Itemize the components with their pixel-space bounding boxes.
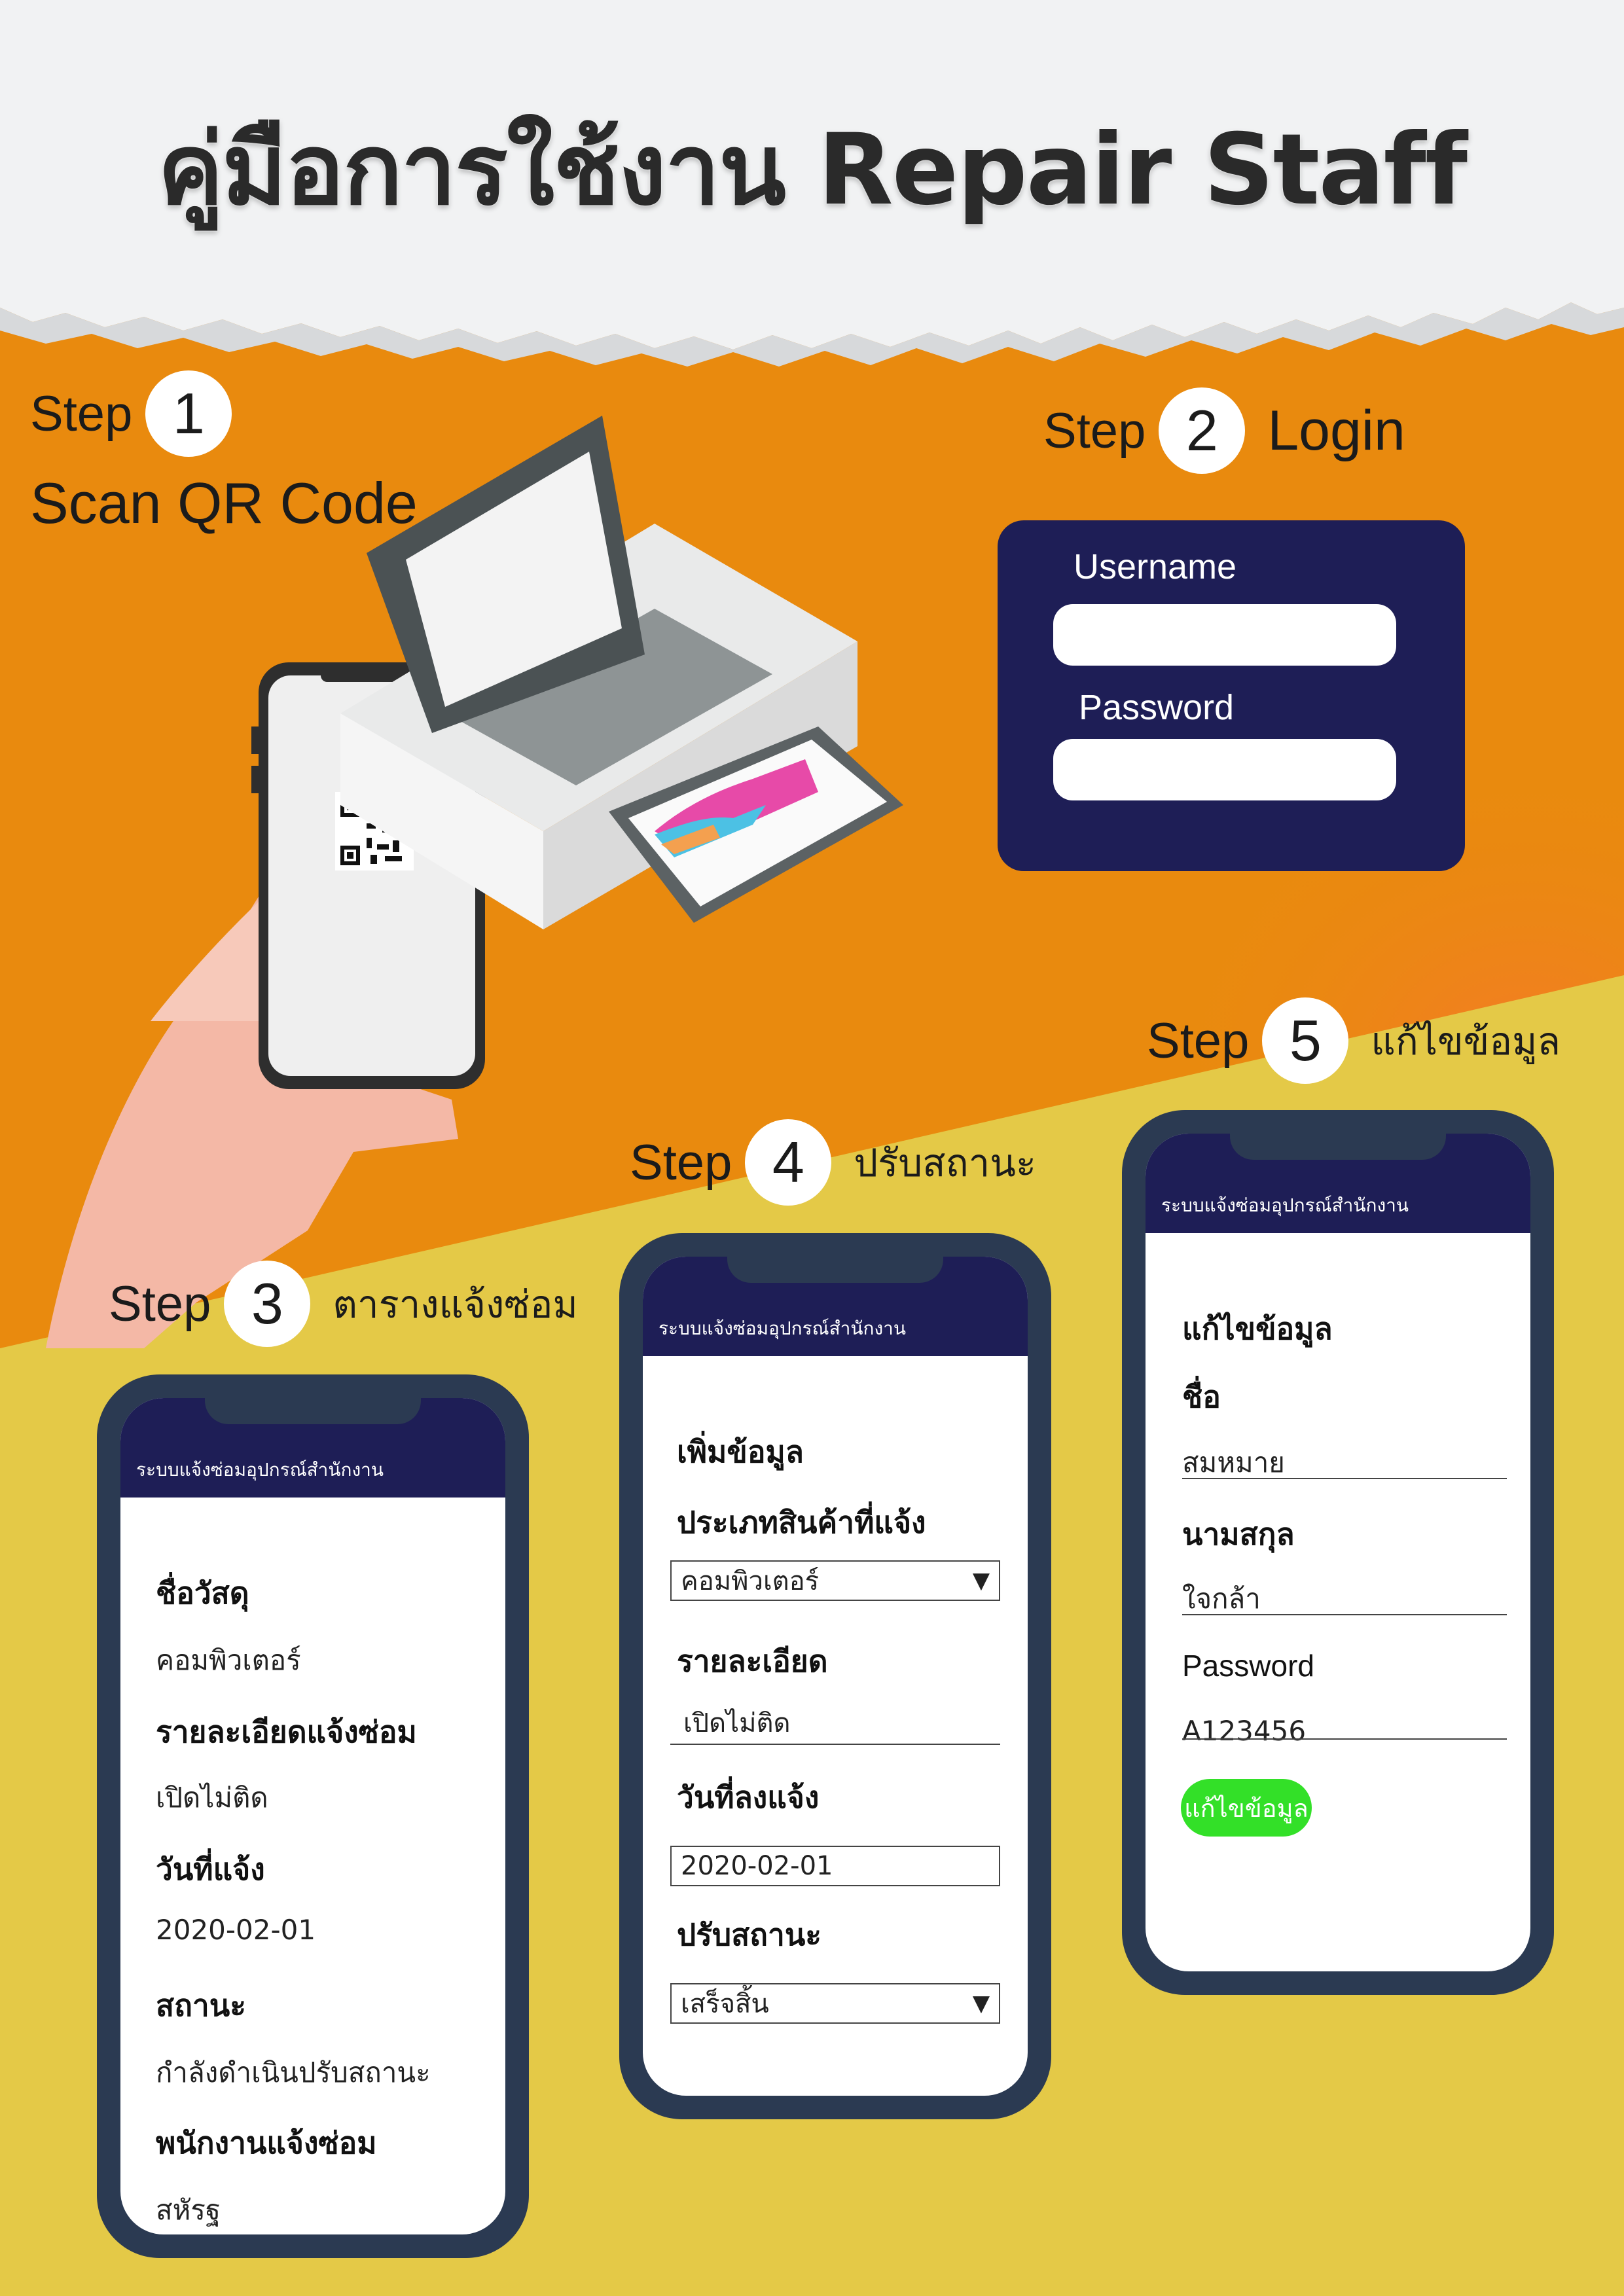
login-card: Username Password xyxy=(998,520,1465,871)
surname-underline xyxy=(1182,1614,1507,1615)
step-4: Step 4 ปรับสถานะ xyxy=(630,1119,1036,1206)
phone-step-5: ระบบแจ้งซ่อมอุปกรณ์สำนักงาน แก้ไขข้อมูล … xyxy=(1122,1110,1554,1995)
status-select-value: เสร็จสิ้น xyxy=(681,1989,769,2019)
repair-detail-label: รายละเอียดแจ้งซ่อม xyxy=(156,1714,417,1749)
step-label: Step xyxy=(30,386,133,442)
step-caption: แก้ไขข้อมูล xyxy=(1371,1020,1561,1063)
detail-label: รายละเอียด xyxy=(677,1643,828,1679)
phone-step-4: ระบบแจ้งซ่อมอุปกรณ์สำนักงาน เพิ่มข้อมูล … xyxy=(619,1233,1051,2119)
step-label: Step xyxy=(630,1134,732,1191)
product-type-select[interactable]: คอมพิวเตอร์ ▼ xyxy=(670,1560,1000,1601)
app-header-title: ระบบแจ้งซ่อมอุปกรณ์สำนักงาน xyxy=(1161,1194,1409,1216)
password-label: Password xyxy=(1079,688,1235,727)
status-label: สถานะ xyxy=(156,1988,246,2023)
step-number: 2 xyxy=(1159,387,1246,474)
page-title: คู่มือการใช้งาน Repair Staff xyxy=(157,113,1468,227)
product-type-label: ประเภทสินค้าที่แจ้ง xyxy=(677,1505,926,1540)
first-name-underline xyxy=(1182,1478,1507,1479)
product-type-value: คอมพิวเตอร์ xyxy=(681,1566,820,1596)
reporter-value: สหัรฐ xyxy=(156,2194,221,2226)
date-label: วันที่ลงแจ้ง xyxy=(677,1780,820,1815)
repair-detail-value: เปิดไม่ติด xyxy=(156,1782,268,1814)
reporter-label: พนักงานแจ้งซ่อม xyxy=(156,2125,377,2161)
step-label: Step xyxy=(1147,1013,1250,1069)
first-name-label: ชื่อ xyxy=(1182,1379,1221,1414)
step-number: 5 xyxy=(1262,997,1349,1084)
detail-value[interactable]: เปิดไม่ติด xyxy=(683,1702,790,1744)
dropdown-arrow-icon: ▼ xyxy=(972,1568,990,1594)
material-name-label: ชื่อวัสดุ xyxy=(156,1575,249,1611)
phone-screen: ระบบแจ้งซ่อมอุปกรณ์สำนักงาน เพิ่มข้อมูล … xyxy=(643,1257,1028,2096)
status-value: กำลังดำเนินปรับสถานะ xyxy=(156,2056,431,2089)
surname-label: นามสกุล xyxy=(1182,1516,1295,1552)
add-data-heading: เพิ่มข้อมูล xyxy=(677,1434,804,1469)
status-select[interactable]: เสร็จสิ้น ▼ xyxy=(670,1983,1000,2024)
app-header-title: ระบบแจ้งซ่อมอุปกรณ์สำนักงาน xyxy=(659,1318,907,1339)
step-caption: ตารางแจ้งซ่อม xyxy=(333,1283,578,1326)
username-label: Username xyxy=(1074,547,1237,586)
detail-underline xyxy=(670,1744,1000,1745)
step-label: Step xyxy=(1043,403,1146,459)
step-number: 3 xyxy=(224,1261,311,1347)
step-number: 4 xyxy=(745,1119,832,1206)
step-label: Step xyxy=(109,1276,211,1332)
step-1-caption: Scan QR Code xyxy=(30,471,418,535)
password-underline xyxy=(1182,1738,1507,1740)
report-date-label: วันที่แจ้ง xyxy=(156,1852,265,1887)
phone-notch xyxy=(1230,1134,1446,1160)
phone-screen: ระบบแจ้งซ่อมอุปกรณ์สำนักงาน แก้ไขข้อมูล … xyxy=(1146,1134,1530,1971)
password-field[interactable] xyxy=(1053,739,1396,800)
app-header-title: ระบบแจ้งซ่อมอุปกรณ์สำนักงาน xyxy=(136,1459,384,1480)
report-date-value: 2020-02-01 xyxy=(156,1914,316,1946)
material-name-value: คอมพิวเตอร์ xyxy=(156,1644,301,1676)
edit-data-heading: แก้ไขข้อมูล xyxy=(1182,1311,1333,1346)
phone-notch xyxy=(205,1398,421,1424)
step-caption: ปรับสถานะ xyxy=(854,1141,1037,1185)
phone-notch xyxy=(727,1257,943,1283)
step-5: Step 5 แก้ไขข้อมูล xyxy=(1147,997,1561,1084)
dropdown-arrow-icon: ▼ xyxy=(972,1990,990,2017)
step-number: 1 xyxy=(145,370,232,457)
adjust-status-label: ปรับสถานะ xyxy=(677,1917,822,1952)
step-3: Step 3 ตารางแจ้งซ่อม xyxy=(109,1261,578,1347)
step-caption: Login xyxy=(1267,399,1405,462)
username-field[interactable] xyxy=(1053,604,1396,666)
date-input[interactable]: 2020-02-01 xyxy=(670,1846,1000,1886)
step-1: Step 1 xyxy=(30,370,254,457)
phone-screen: ระบบแจ้งซ่อมอุปกรณ์สำนักงาน ชื่อวัสดุ คอ… xyxy=(120,1398,505,2234)
phone-step-3: ระบบแจ้งซ่อมอุปกรณ์สำนักงาน ชื่อวัสดุ คอ… xyxy=(97,1374,529,2258)
step-2: Step 2 Login xyxy=(1043,387,1405,474)
edit-data-button[interactable]: แก้ไขข้อมูล xyxy=(1181,1779,1312,1837)
password-label: Password xyxy=(1182,1649,1314,1683)
password-value[interactable]: A123456 xyxy=(1182,1715,1306,1747)
date-value: 2020-02-01 xyxy=(681,1851,833,1881)
